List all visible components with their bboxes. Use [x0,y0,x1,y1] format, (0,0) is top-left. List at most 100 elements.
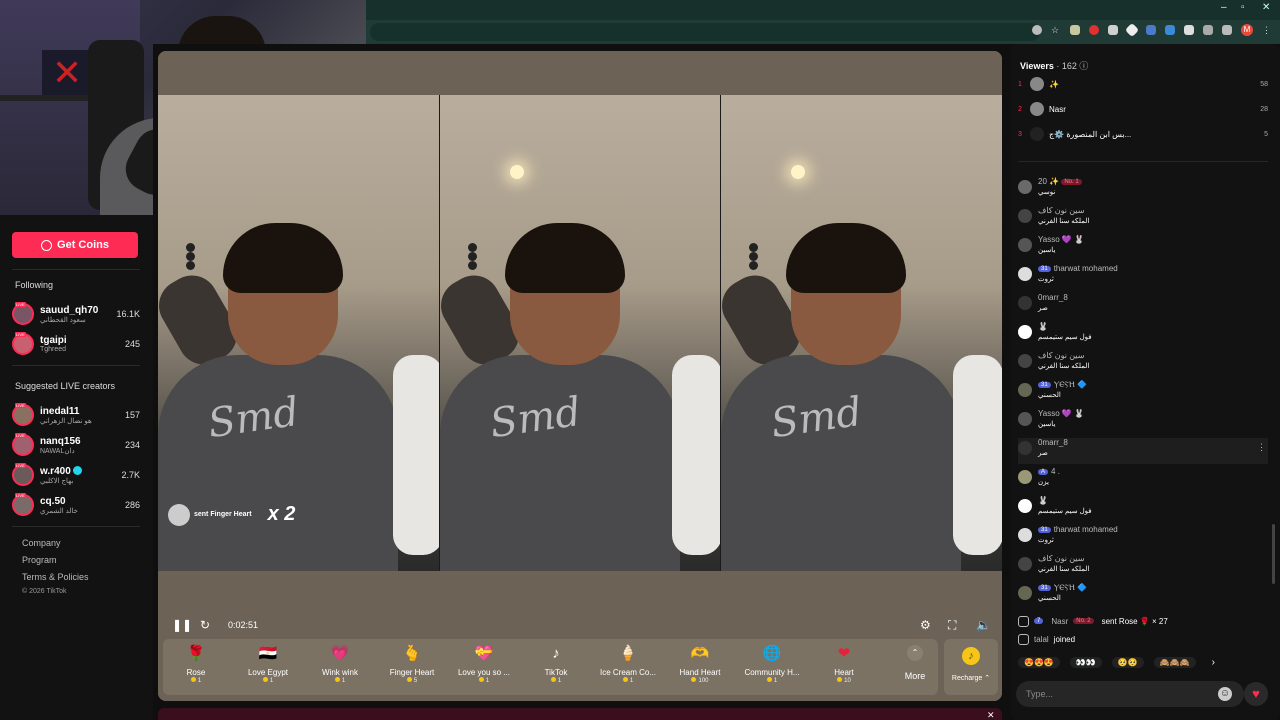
get-coins-button[interactable]: Get Coins [12,232,138,258]
refresh-icon[interactable]: ↻ [200,618,210,632]
chat-message[interactable]: 0marr_8 صر [1018,293,1268,319]
suggested-item[interactable]: LIVE inedal11 هو نضال الزهراني 157 [12,401,140,429]
more-gifts-button[interactable]: ⌃ More [897,643,933,691]
volume-icon[interactable]: 🔈 [976,618,991,632]
extension-icon[interactable] [1146,25,1156,35]
gift-hand-heart[interactable]: 🫶 Hand Heart 100 [664,643,736,691]
info-icon[interactable]: ⓘ [1079,61,1088,71]
suggested-item[interactable]: LIVE w.r400 بهاج الاكلبي 2.7K [12,461,140,489]
creator-name: w.r400 [40,465,121,477]
star-icon[interactable]: ☆ [1051,25,1061,35]
menu-icon[interactable]: ⋮ [1262,25,1271,35]
top-viewer-row[interactable]: 2 Nasr 28 [1018,99,1268,119]
chat-message[interactable]: Yasso 💜 🐰 ياسين [1018,235,1268,261]
extension-icon[interactable] [1203,25,1213,35]
chat-username: 20 ✨ No. 1 [1038,177,1085,186]
emoji-picker-icon[interactable]: ☺ [1218,687,1232,701]
join-event[interactable]: talal joined [1018,631,1268,647]
suggested-item[interactable]: LIVE nanq156 NAWALدان 234 [12,431,140,459]
extension-icon[interactable] [1165,25,1175,35]
fullscreen-icon[interactable]: ⛶ [948,618,956,633]
suggested-title: Suggested LIVE creators [15,381,116,391]
verified-icon [72,465,82,475]
avatar: LIVE [12,302,34,325]
puzzle-icon[interactable] [1222,25,1232,35]
avatar [1018,209,1032,223]
zoom-icon[interactable] [1032,25,1042,35]
gift-heart[interactable]: ❤ Heart 10 [808,643,880,691]
creator-subtitle: NAWALدان [40,447,75,455]
quick-emoji-button[interactable]: 🥺🥺 [1111,656,1144,668]
chat-input[interactable] [1016,681,1244,707]
chat-username: 0marr_8 [1038,438,1068,447]
chat-message[interactable]: 20 ✨ No. 1 نوسي [1018,177,1268,203]
close-icon[interactable]: ✕ [987,710,995,720]
gift-price: 100 [664,677,736,684]
like-heart-button[interactable]: ♥ [1244,682,1268,706]
chat-message[interactable]: 31 ⲨⲈⲊⲎ 🔷 الحسني [1018,583,1268,609]
suggested-item[interactable]: LIVE cq.50 خالد الشمري 286 [12,491,140,519]
chevron-right-icon[interactable]: › [1206,656,1221,669]
chat-scrollbar[interactable] [1272,524,1275,584]
bottom-banner [158,708,1002,720]
live-player[interactable]: Smd sent Finger Heart x 2 Smd Smd ❚❚ ↻ 0… [158,51,1002,701]
top-viewer-row[interactable]: 1 ✨ 58 [1018,74,1268,94]
footer-link-terms[interactable]: Terms & Policies [22,572,89,582]
avatar [1018,325,1032,339]
gift-event[interactable]: 7 Nasr No. 2 sent Rose 🌹 × 27 [1018,613,1268,629]
maximize-icon[interactable]: ▫ [1241,2,1245,13]
chat-text: الحسني [1038,595,1061,602]
quick-emoji-button[interactable]: 🙈🙈🙈 [1153,656,1196,668]
chat-message[interactable]: 🐰 فول سيم ستيمسم [1018,496,1268,522]
gift-ice-cream[interactable]: 🍦 Ice Cream Co... 1 [592,643,664,691]
chat-message[interactable]: سين نون كاف الملكه سنا الفرني [1018,206,1268,232]
chat-message[interactable]: 🐰 فول سيم ستيمسم [1018,322,1268,348]
settings-icon[interactable]: ⚙ [920,618,931,632]
extension-icon[interactable] [1108,25,1118,35]
gift-love-you-so[interactable]: 💝 Love you so ... 1 [448,643,520,691]
footer-link-company[interactable]: Company [22,538,61,548]
chat-message[interactable]: 0marr_8 صر ⋮ [1018,438,1268,464]
player-controls: ❚❚ ↻ 0:02:51 ⚙ ⛶ 🔈 [158,613,1002,637]
close-window-icon[interactable]: ✕ [1262,2,1270,13]
url-field[interactable] [370,23,1040,41]
gift-wink-wink[interactable]: 💗 Wink wink 1 [304,643,376,691]
event-text: joined [1053,634,1076,644]
top-viewer-row[interactable]: 3 بس ابن المنصورة ⚙️ج... 5 [1018,124,1268,144]
chat-message[interactable]: سين نون كاف الملكه سنا الفرني [1018,554,1268,580]
globe-icon: 🌐 [762,645,782,662]
extension-icon[interactable] [1124,22,1140,38]
chat-username: Yasso 💜 🐰 [1038,409,1085,418]
more-options-icon[interactable]: ⋮ [1257,442,1266,453]
chat-message[interactable]: سين نون كاف الملكه سنا الفرني [1018,351,1268,377]
extension-icon[interactable] [1070,25,1080,35]
quick-emoji-button[interactable]: 👀👀 [1069,656,1102,668]
screen: – ▫ ✕ ☆ M ⋮ [0,0,1280,720]
chat-message[interactable]: 31 ⲨⲈⲊⲎ 🔷 الحسني [1018,380,1268,406]
chat-message[interactable]: A4 . يزن [1018,467,1268,493]
minimize-icon[interactable]: – [1221,2,1227,13]
chat-username: A4 . [1038,467,1060,476]
gift-community[interactable]: 🌐 Community H... 1 [736,643,808,691]
gift-finger-heart[interactable]: 🫰 Finger Heart 5 [376,643,448,691]
chat-message[interactable]: Yasso 💜 🐰 ياسين [1018,409,1268,435]
quick-emoji-button[interactable]: 😍😍😍 [1018,656,1060,668]
extension-icon[interactable] [1184,25,1194,35]
pause-icon[interactable]: ❚❚ [172,618,192,632]
gift-tiktok[interactable]: ♪ TikTok 1 [520,643,592,691]
level-badge: 31 [1038,266,1051,272]
chat-message[interactable]: 31 tharwat mohamed ثروت [1018,264,1268,290]
gift-rose[interactable]: 🌹 Rose 1 [160,643,232,691]
following-item[interactable]: LIVE sauud_qh70 سعود القحطاني 16.1K [12,300,140,328]
chat-username: 31 tharwat mohamed [1038,264,1118,273]
profile-avatar[interactable]: M [1241,24,1253,36]
footer-link-program[interactable]: Program [22,555,57,565]
gift-love-egypt[interactable]: 🇪🇬 Love Egypt 1 [232,643,304,691]
following-item[interactable]: LIVE tgaipi Tghreed 245 [12,330,140,358]
chat-message[interactable]: 31 tharwat mohamed ثروت [1018,525,1268,551]
extension-icon[interactable] [1089,25,1099,35]
gift-name: Hand Heart [679,668,721,677]
video-frame: Smd sent Finger Heart x 2 [158,95,439,571]
recharge-button[interactable]: ♪ Recharge ⌃ [944,639,998,695]
viewers-count: · 162 [1056,61,1077,71]
